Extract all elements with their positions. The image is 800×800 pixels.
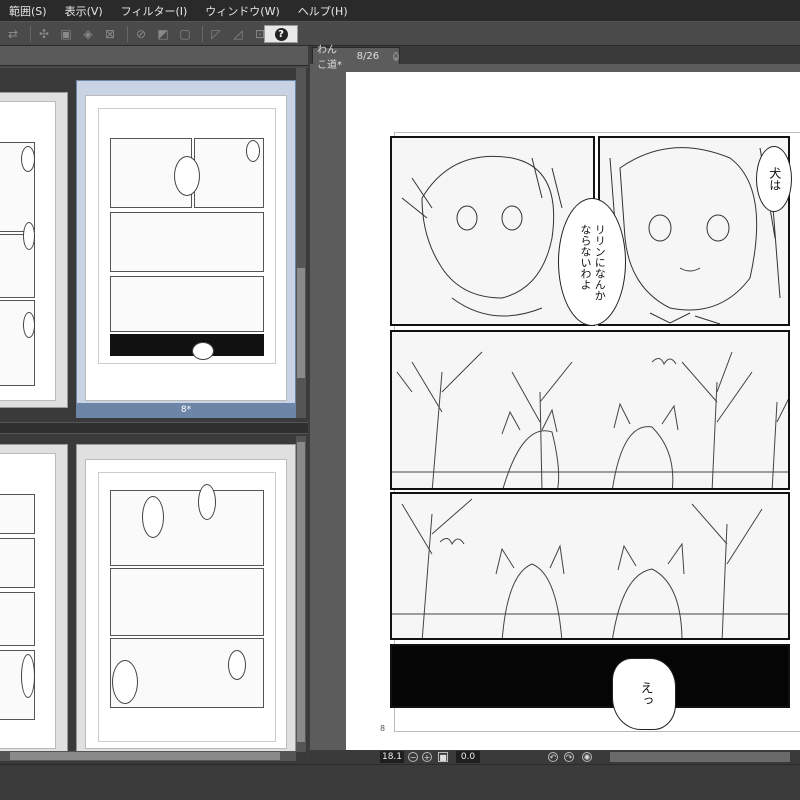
scrollbar-thumb[interactable] bbox=[297, 442, 305, 742]
canvas-horizontal-scrollbar[interactable] bbox=[610, 752, 790, 762]
pages-horizontal-scrollbar[interactable] bbox=[0, 751, 296, 761]
speech-bubble-top-center: リリンになんか ならないわよ bbox=[558, 198, 626, 326]
zoom-out-icon[interactable]: − bbox=[408, 752, 418, 762]
thumb-panel bbox=[110, 212, 264, 272]
fit-icon[interactable]: ■ bbox=[438, 752, 448, 762]
document-page: 8/26 bbox=[356, 50, 380, 62]
speech-bubble bbox=[23, 222, 35, 250]
menu-help[interactable]: ヘルプ(H) bbox=[289, 3, 357, 19]
speech-bubble bbox=[112, 660, 138, 704]
flip-icon[interactable]: ◸ bbox=[207, 26, 225, 42]
page-manager-panel: 8* bbox=[0, 46, 308, 764]
menu-view[interactable]: 表示(V) bbox=[56, 3, 112, 19]
speech-bubble bbox=[228, 650, 246, 680]
bottom-panel bbox=[0, 764, 800, 800]
speech-bubble bbox=[198, 484, 216, 520]
menu-window[interactable]: ウィンドウ(W) bbox=[196, 3, 288, 19]
toolbar: ⇄ ✣ ▣ ◈ ⊠ ⊘ ◩ ▢ ◸ ◿ ⊡ bbox=[0, 22, 800, 46]
toolbar-separator bbox=[127, 25, 128, 42]
speech-bubble bbox=[192, 342, 214, 360]
manga-page[interactable]: 犬は リリンになんか ならないわよ えっ 8 bbox=[346, 72, 800, 754]
thumb-panel bbox=[110, 490, 264, 566]
speech-bubble bbox=[174, 156, 200, 196]
speech-bubble bbox=[246, 140, 260, 162]
reset-rotation-icon[interactable]: ✺ bbox=[582, 752, 592, 762]
thumb-panel-black bbox=[110, 334, 264, 356]
comic-panel-3[interactable] bbox=[390, 330, 790, 490]
frame-icon[interactable]: ▢ bbox=[176, 26, 194, 42]
menu-range[interactable]: 範囲(S) bbox=[0, 3, 56, 19]
pages-scrollbar[interactable] bbox=[296, 68, 306, 418]
clear-icon[interactable]: ⊘ bbox=[132, 26, 150, 42]
comic-panel-4[interactable] bbox=[390, 492, 790, 640]
ruler-icon[interactable]: ◿ bbox=[229, 26, 247, 42]
speech-bubble bbox=[23, 312, 35, 338]
redo-icon[interactable]: ⇄ bbox=[4, 26, 22, 42]
panel-header bbox=[0, 46, 308, 66]
pages-divider bbox=[0, 422, 308, 434]
status-bar: 18.1 − + ■ 0.0 ↶ ↷ ✺ bbox=[310, 750, 800, 764]
rotate-left-icon[interactable]: ↶ bbox=[548, 752, 558, 762]
selection-icon[interactable]: ⊠ bbox=[101, 26, 119, 42]
select-transform-icon[interactable]: ✣ bbox=[35, 26, 53, 42]
page-number: 8 bbox=[380, 724, 386, 733]
help-button[interactable]: ? bbox=[264, 25, 298, 43]
forest-scene bbox=[392, 498, 788, 638]
tone-icon[interactable]: ◩ bbox=[154, 26, 172, 42]
speech-bubble bbox=[142, 496, 164, 538]
scrollbar-thumb[interactable] bbox=[297, 268, 305, 378]
fill-icon[interactable]: ◈ bbox=[79, 26, 97, 42]
close-icon[interactable]: × bbox=[393, 51, 399, 61]
help-icon: ? bbox=[274, 27, 288, 41]
rotation-value[interactable]: 0.0 bbox=[456, 751, 480, 763]
scale-icon[interactable]: ▣ bbox=[57, 26, 75, 42]
document-tabs: わんこ道* 8/26 × bbox=[310, 45, 800, 71]
toolbar-separator bbox=[202, 25, 203, 42]
comic-panel-5-black[interactable] bbox=[390, 644, 790, 708]
page-thumbnail[interactable] bbox=[0, 444, 68, 752]
document-tab[interactable]: わんこ道* 8/26 × bbox=[312, 45, 400, 71]
document-title: わんこ道* bbox=[317, 45, 342, 71]
zoom-value[interactable]: 18.1 bbox=[380, 751, 404, 763]
speech-bubble bbox=[21, 146, 35, 172]
page-thumbnail-selected[interactable]: 8* bbox=[76, 80, 296, 418]
speech-bubble-bottom: えっ bbox=[612, 658, 676, 730]
canvas-area: わんこ道* 8/26 × 犬は リリンになんか ならないわよ えっ 8 bbox=[310, 45, 800, 764]
toolbar-separator bbox=[30, 25, 31, 42]
speech-bubble bbox=[21, 654, 35, 698]
page-label: 8* bbox=[77, 403, 295, 417]
menu-bar: 範囲(S) 表示(V) フィルター(I) ウィンドウ(W) ヘルプ(H) bbox=[0, 0, 800, 22]
forest-scene bbox=[392, 351, 788, 488]
speech-bubble-top-right: 犬は bbox=[756, 146, 792, 212]
page-thumbnail[interactable] bbox=[76, 444, 296, 752]
page-thumbnail[interactable] bbox=[0, 92, 68, 408]
rotate-right-icon[interactable]: ↷ bbox=[564, 752, 574, 762]
menu-filter[interactable]: フィルター(I) bbox=[112, 3, 197, 19]
thumb-panel bbox=[110, 568, 264, 636]
zoom-in-icon[interactable]: + bbox=[422, 752, 432, 762]
thumb-panel bbox=[110, 276, 264, 332]
scrollbar-thumb[interactable] bbox=[10, 752, 280, 760]
pages-scrollbar[interactable] bbox=[296, 436, 306, 752]
